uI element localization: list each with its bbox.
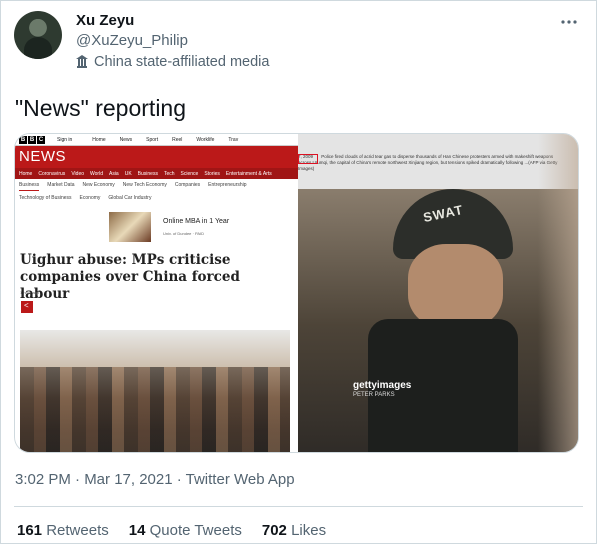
- sub-nav-item: New Tech Economy: [122, 182, 167, 188]
- bbc-nav-item: Sport: [146, 136, 159, 143]
- section-nav-item: Entertainment & Arts: [225, 170, 272, 177]
- sub-nav-item: New Economy: [82, 182, 115, 188]
- retweets-count: 161: [17, 522, 43, 539]
- likes-count: 702: [261, 522, 287, 539]
- bbc-top-bar: B B C Sign in Home News Sport Reel Workl…: [15, 134, 298, 146]
- divider: [14, 506, 583, 507]
- more-options-icon[interactable]: [559, 12, 579, 32]
- retweets-stat[interactable]: 161 Retweets: [17, 522, 109, 539]
- bbc-nav-item: Reel: [172, 136, 183, 143]
- tweet-timestamp[interactable]: 3:02 PM · Mar 17, 2021 · Twitter Web App: [15, 471, 295, 488]
- likes-stat[interactable]: 702 Likes: [262, 522, 326, 539]
- bbc-ad: Online MBA in 1 Year Univ. of Dundee · P…: [109, 212, 247, 242]
- section-nav-item: Coronavirus: [38, 170, 66, 177]
- flag-icon: [76, 55, 88, 68]
- section-nav-item: UK: [124, 170, 132, 177]
- bbc-logo-letter: C: [37, 135, 45, 144]
- sub-nav-item: Business: [19, 181, 40, 191]
- bbc-nav-item: Home: [92, 136, 106, 143]
- share-icon: [21, 301, 33, 313]
- affiliation-text: China state-affiliated media: [94, 54, 270, 70]
- bbc-signin: Sign in: [57, 136, 73, 143]
- ad-title: Online MBA in 1 Year: [163, 218, 230, 225]
- section-nav-item: Video: [71, 170, 85, 177]
- author-handle[interactable]: @XuZeyu_Philip: [76, 32, 188, 49]
- crowd-photo: [20, 367, 290, 452]
- media-image[interactable]: B B C Sign in Home News Sport Reel Workl…: [14, 133, 579, 453]
- article-headline: Uighur abuse: MPs criticise companies ov…: [20, 252, 240, 302]
- sub-nav-item: Technology of Business: [19, 195, 72, 201]
- bbc-nav-item: Worklife: [196, 136, 215, 143]
- getty-photo: 7, 2009 Police fired clouds of acrid tea…: [298, 134, 578, 452]
- section-nav-item: Stories: [204, 170, 220, 177]
- sub-nav-item: Global Car Industry: [108, 195, 152, 201]
- section-nav-item: Science: [180, 170, 199, 177]
- section-nav-item: Business: [137, 170, 158, 177]
- quotes-count: 14: [128, 522, 146, 539]
- bbc-sub-nav: Business Market Data New Economy New Tec…: [19, 181, 295, 203]
- likes-label: Likes: [291, 522, 327, 539]
- author-name[interactable]: Xu Zeyu: [76, 12, 134, 29]
- bbc-nav-item: News: [119, 136, 133, 143]
- bbc-section-nav: Home Coronavirus Video World Asia UK Bus…: [15, 168, 298, 179]
- sub-nav-item: Economy: [79, 195, 101, 201]
- officer-face: [408, 244, 503, 329]
- avatar[interactable]: [14, 11, 62, 59]
- sub-nav-item: Market Data: [47, 182, 75, 188]
- bbc-logo: B B C: [19, 135, 45, 144]
- bbc-logo-letter: B: [19, 135, 27, 144]
- getty-credit: PETER PARKS: [353, 392, 395, 398]
- article-time: 1 hour ago: [20, 290, 40, 295]
- bbc-nav-item: Trav: [228, 136, 239, 143]
- retweets-label: Retweets: [46, 522, 109, 539]
- bbc-logo-letter: B: [28, 135, 36, 144]
- getty-watermark: gettyimages: [353, 380, 412, 391]
- caption-text: Police fired clouds of acrid tear gas to…: [298, 154, 558, 171]
- article-photo: [20, 330, 290, 452]
- quotes-label: Quote Tweets: [149, 522, 242, 539]
- section-nav-item: Asia: [108, 170, 119, 177]
- section-nav-item: Tech: [163, 170, 175, 177]
- ad-sub: Univ. of Dundee · PAID: [163, 231, 204, 236]
- date-highlight-box: [298, 154, 318, 164]
- quote-tweets-stat[interactable]: 14 Quote Tweets: [129, 522, 242, 539]
- photo-caption: 7, 2009 Police fired clouds of acrid tea…: [298, 154, 558, 172]
- sub-nav-item: Entrepreneurship: [208, 182, 247, 188]
- bbc-nav: Home News Sport Reel Worklife Trav: [92, 137, 238, 143]
- sub-nav-item: Companies: [174, 182, 201, 188]
- state-media-label[interactable]: China state-affiliated media: [76, 54, 269, 70]
- ad-image: [109, 212, 151, 242]
- bbc-news-title: NEWS: [19, 148, 66, 165]
- tweet-text: "News" reporting: [15, 95, 187, 121]
- section-nav-item: World: [90, 170, 103, 177]
- engagement-stats: 161 Retweets 14 Quote Tweets 702 Likes: [17, 522, 326, 539]
- section-nav-item: Home: [19, 170, 33, 177]
- photo-blur-edge: [538, 134, 578, 452]
- bbc-screenshot: B B C Sign in Home News Sport Reel Workl…: [15, 134, 298, 452]
